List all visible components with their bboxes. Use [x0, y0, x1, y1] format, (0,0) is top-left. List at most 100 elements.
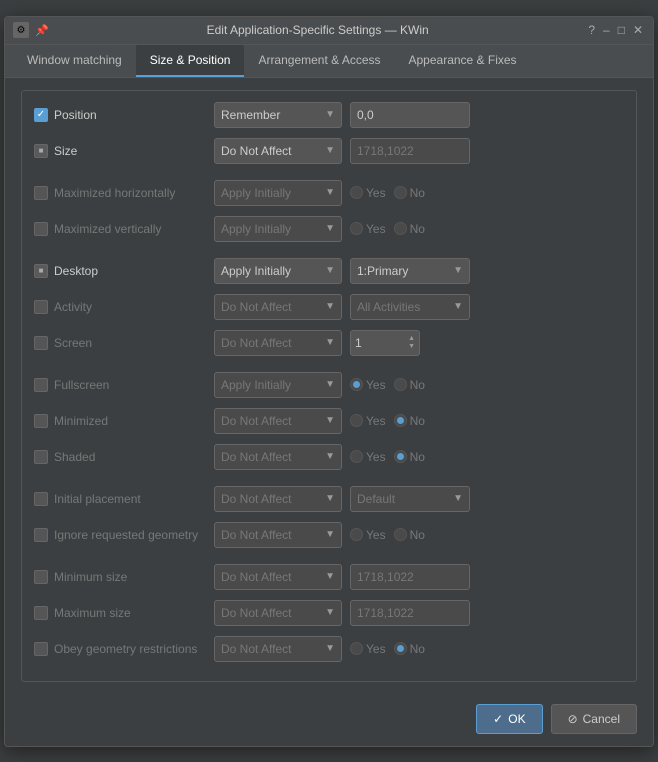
minimized-checkbox[interactable]: [34, 414, 48, 428]
maximized-h-label: Maximized horizontally: [54, 186, 175, 200]
maximum-size-select[interactable]: Do Not Affect ▼: [214, 600, 342, 626]
minimize-button[interactable]: –: [601, 23, 612, 37]
row-minimized: Minimized Do Not Affect ▼ Yes No: [34, 407, 624, 435]
minimum-size-label: Minimum size: [54, 570, 127, 584]
desktop-checkbox[interactable]: [34, 264, 48, 278]
obey-geometry-radio-group: Yes No: [350, 642, 425, 656]
minimized-no-radio[interactable]: [394, 414, 407, 427]
screen-spinner[interactable]: 1 ▲ ▼: [350, 330, 420, 356]
pin-button[interactable]: 📌: [35, 23, 49, 37]
screen-select[interactable]: Do Not Affect ▼: [214, 330, 342, 356]
screen-label-area: Screen: [34, 336, 214, 350]
ignore-geometry-no-radio[interactable]: [394, 528, 407, 541]
ok-button[interactable]: ✓ OK: [476, 704, 542, 734]
minimized-label-area: Minimized: [34, 414, 214, 428]
activity-value-select[interactable]: All Activities ▼: [350, 294, 470, 320]
maximized-v-select[interactable]: Apply Initially ▼: [214, 216, 342, 242]
desktop-label: Desktop: [54, 264, 98, 278]
screen-label: Screen: [54, 336, 92, 350]
titlebar-left: ⚙ 📌: [13, 22, 49, 38]
desktop-select-arrow: ▼: [325, 265, 335, 276]
position-select[interactable]: Remember ▼: [214, 102, 342, 128]
screen-spinner-up[interactable]: ▲: [408, 335, 415, 342]
desktop-label-area: Desktop: [34, 264, 214, 278]
maximized-v-yes-radio[interactable]: [350, 222, 363, 235]
row-obey-geometry: Obey geometry restrictions Do Not Affect…: [34, 635, 624, 663]
row-desktop: Desktop Apply Initially ▼ 1:Primary ▼: [34, 257, 624, 285]
maximum-size-checkbox[interactable]: [34, 606, 48, 620]
cancel-icon: ⊘: [568, 712, 578, 726]
close-button[interactable]: ✕: [631, 23, 645, 37]
fullscreen-yes-radio[interactable]: [350, 378, 363, 391]
screen-spinner-down[interactable]: ▼: [408, 343, 415, 350]
maximized-h-label-area: Maximized horizontally: [34, 186, 214, 200]
activity-label: Activity: [54, 300, 92, 314]
fullscreen-no-radio[interactable]: [394, 378, 407, 391]
screen-checkbox[interactable]: [34, 336, 48, 350]
initial-placement-select-arrow: ▼: [325, 493, 335, 504]
maximized-v-checkbox[interactable]: [34, 222, 48, 236]
tab-arrangement-access[interactable]: Arrangement & Access: [244, 45, 394, 77]
maximized-h-select[interactable]: Apply Initially ▼: [214, 180, 342, 206]
obey-geometry-yes-item: Yes: [350, 642, 386, 656]
maximize-button[interactable]: □: [616, 23, 627, 37]
maximized-v-no-radio[interactable]: [394, 222, 407, 235]
maximized-h-no-radio[interactable]: [394, 186, 407, 199]
desktop-value-select-arrow: ▼: [453, 265, 463, 276]
minimized-yes-radio[interactable]: [350, 414, 363, 427]
shaded-select[interactable]: Do Not Affect ▼: [214, 444, 342, 470]
help-button[interactable]: ?: [586, 23, 597, 37]
screen-select-arrow: ▼: [325, 337, 335, 348]
minimized-yes-item: Yes: [350, 414, 386, 428]
activity-select[interactable]: Do Not Affect ▼: [214, 294, 342, 320]
initial-placement-checkbox[interactable]: [34, 492, 48, 506]
initial-placement-select[interactable]: Do Not Affect ▼: [214, 486, 342, 512]
row-ignore-geometry: Ignore requested geometry Do Not Affect …: [34, 521, 624, 549]
maximized-h-checkbox[interactable]: [34, 186, 48, 200]
ignore-geometry-radio-group: Yes No: [350, 528, 425, 542]
ignore-geometry-select[interactable]: Do Not Affect ▼: [214, 522, 342, 548]
desktop-select[interactable]: Apply Initially ▼: [214, 258, 342, 284]
obey-geometry-yes-label: Yes: [366, 642, 386, 656]
shaded-checkbox[interactable]: [34, 450, 48, 464]
maximized-h-yes-item: Yes: [350, 186, 386, 200]
maximized-h-yes-radio[interactable]: [350, 186, 363, 199]
obey-geometry-select[interactable]: Do Not Affect ▼: [214, 636, 342, 662]
obey-geometry-checkbox[interactable]: [34, 642, 48, 656]
tab-size-position[interactable]: Size & Position: [136, 45, 245, 77]
minimum-size-select[interactable]: Do Not Affect ▼: [214, 564, 342, 590]
maximized-v-no-item: No: [394, 222, 425, 236]
minimum-size-value: 1718,1022: [350, 564, 470, 590]
size-select[interactable]: Do Not Affect ▼: [214, 138, 342, 164]
minimized-select-arrow: ▼: [325, 415, 335, 426]
minimum-size-checkbox[interactable]: [34, 570, 48, 584]
desktop-value-select[interactable]: 1:Primary ▼: [350, 258, 470, 284]
fullscreen-label: Fullscreen: [54, 378, 109, 392]
fullscreen-select[interactable]: Apply Initially ▼: [214, 372, 342, 398]
activity-checkbox[interactable]: [34, 300, 48, 314]
fullscreen-checkbox[interactable]: [34, 378, 48, 392]
size-label-area: Size: [34, 144, 214, 158]
obey-geometry-no-radio[interactable]: [394, 642, 407, 655]
minimized-select[interactable]: Do Not Affect ▼: [214, 408, 342, 434]
fullscreen-no-item: No: [394, 378, 425, 392]
screen-spinner-arrows: ▲ ▼: [408, 335, 415, 350]
position-checkbox[interactable]: [34, 108, 48, 122]
minimized-no-label: No: [410, 414, 425, 428]
tab-window-matching[interactable]: Window matching: [13, 45, 136, 77]
initial-placement-value[interactable]: Default ▼: [350, 486, 470, 512]
row-position: Position Remember ▼ 0,0: [34, 101, 624, 129]
position-value[interactable]: 0,0: [350, 102, 470, 128]
shaded-yes-radio[interactable]: [350, 450, 363, 463]
obey-geometry-yes-radio[interactable]: [350, 642, 363, 655]
ignore-geometry-yes-radio[interactable]: [350, 528, 363, 541]
tab-appearance-fixes[interactable]: Appearance & Fixes: [395, 45, 531, 77]
size-label: Size: [54, 144, 77, 158]
maximized-v-yes-label: Yes: [366, 222, 386, 236]
size-checkbox[interactable]: [34, 144, 48, 158]
fullscreen-radio-group: Yes No: [350, 378, 425, 392]
ignore-geometry-no-item: No: [394, 528, 425, 542]
ignore-geometry-checkbox[interactable]: [34, 528, 48, 542]
shaded-no-radio[interactable]: [394, 450, 407, 463]
cancel-button[interactable]: ⊘ Cancel: [551, 704, 637, 734]
